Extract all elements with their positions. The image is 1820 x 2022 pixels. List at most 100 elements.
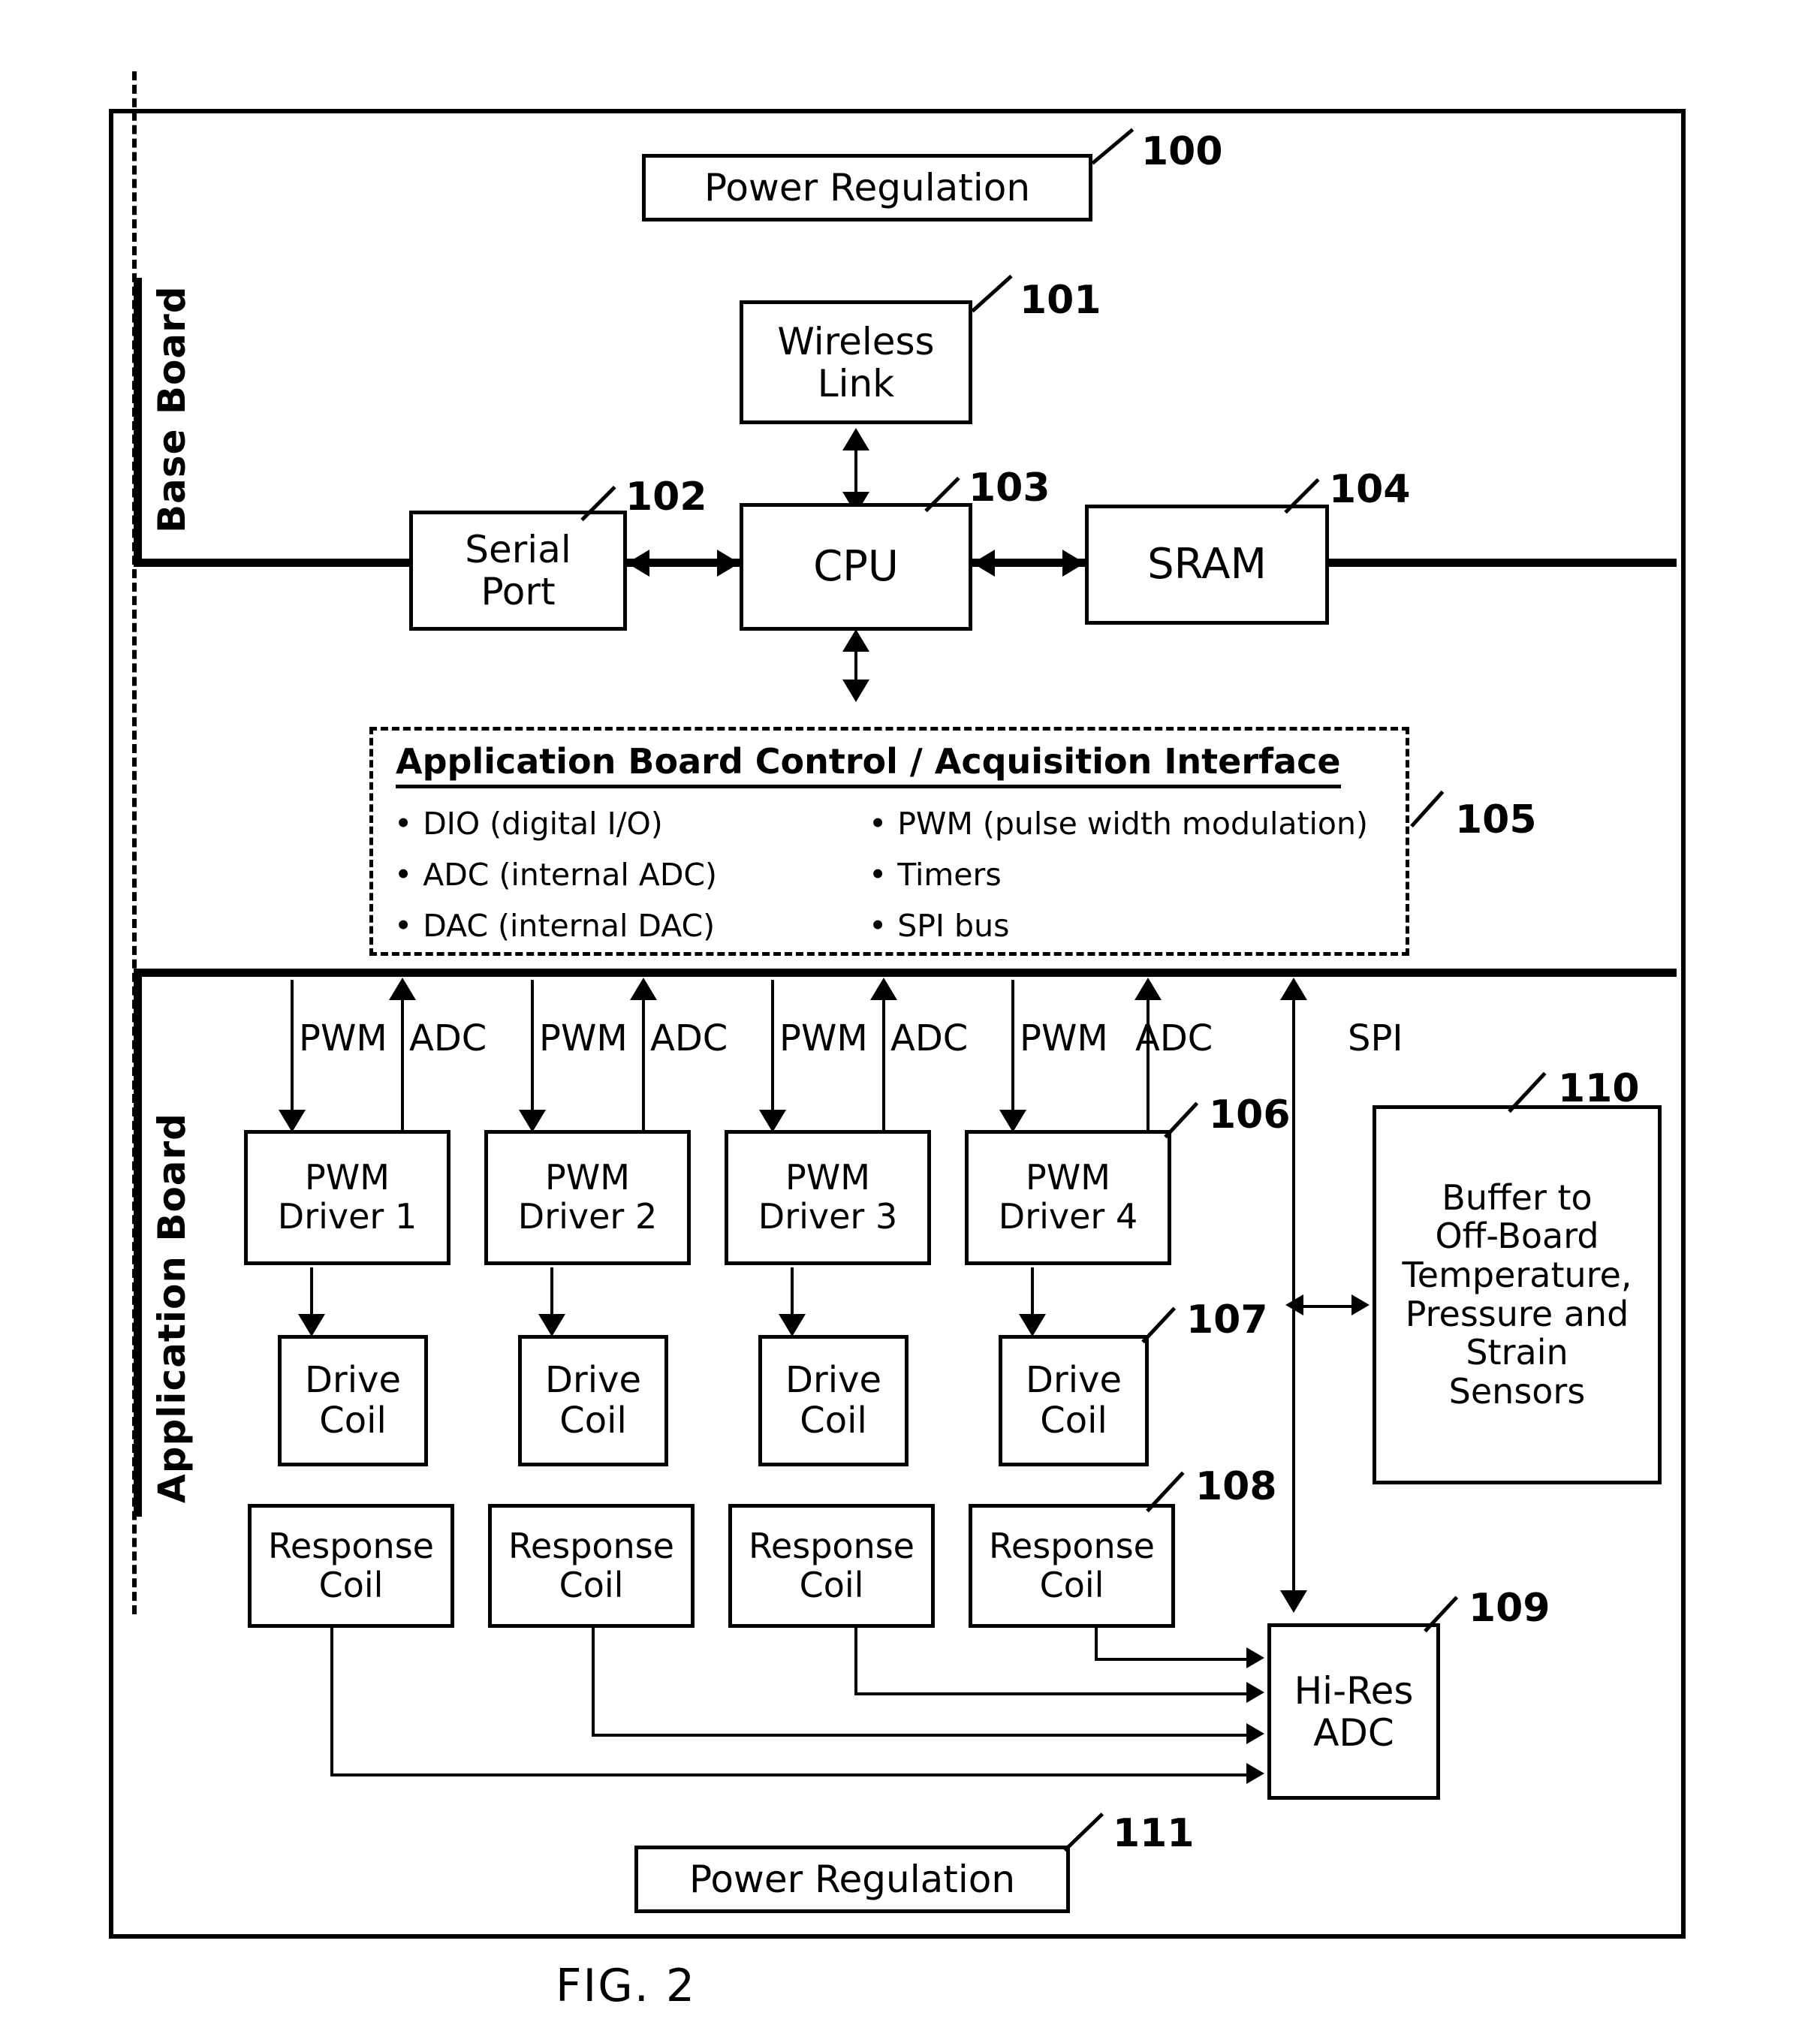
response-coil-2-line2: Coil xyxy=(559,1564,624,1605)
pwm-driver-1-block: PWM Driver 1 xyxy=(244,1130,450,1265)
drive-coil-2-line1: Drive xyxy=(545,1358,641,1401)
rc2-run xyxy=(592,1734,1254,1737)
ref-107: 107 xyxy=(1186,1297,1268,1342)
pwm-driver-2-line1: PWM xyxy=(545,1157,630,1198)
serial-cpu-arrow-left xyxy=(627,550,649,577)
serial-port-block: Serial Port xyxy=(409,511,627,631)
serial-cpu-link xyxy=(647,562,722,565)
cpu-label: CPU xyxy=(813,541,899,591)
buffer-line-2: Off-Board xyxy=(1435,1216,1599,1257)
pwm1-line xyxy=(291,980,294,1130)
bus-label-adc-3: ADC xyxy=(890,1017,969,1059)
spi-buffer-arrow-left xyxy=(1285,1294,1303,1315)
hires-adc-block: Hi-Res ADC xyxy=(1267,1623,1440,1800)
power-regulation-bottom-label: Power Regulation xyxy=(689,1858,1016,1901)
serial-cpu-arrow-right xyxy=(717,550,740,577)
pwm4-arrow xyxy=(999,1110,1026,1132)
response-coil-2-line1: Response xyxy=(508,1525,674,1566)
application-board-label: Application Board xyxy=(150,1113,194,1503)
response-coil-4-block: Response Coil xyxy=(969,1504,1175,1628)
adc2-arrow xyxy=(630,978,657,1000)
rc4-arrow xyxy=(1246,1647,1264,1668)
spi-arrow-down xyxy=(1280,1590,1307,1613)
ref-100: 100 xyxy=(1141,129,1223,174)
drive-coil-2-block: Drive Coil xyxy=(518,1335,668,1466)
power-regulation-top-label: Power Regulation xyxy=(704,166,1031,209)
drive-coil-2-line2: Coil xyxy=(559,1399,627,1442)
ref-106: 106 xyxy=(1209,1092,1291,1138)
pwm-driver-1-line2: Driver 1 xyxy=(277,1196,417,1237)
iface-item-timers: Timers xyxy=(869,857,1002,893)
pwm-driver-4-line2: Driver 4 xyxy=(998,1196,1138,1237)
bus-label-pwm-2: PWM xyxy=(539,1017,628,1059)
sram-label: SRAM xyxy=(1147,539,1267,589)
rc4-drop xyxy=(1095,1628,1098,1661)
buffer-line-4: Pressure and xyxy=(1405,1293,1629,1334)
bus-label-adc-2: ADC xyxy=(650,1017,728,1059)
acquisition-interface-title: Application Board Control / Acquisition … xyxy=(396,741,1341,788)
ref-108: 108 xyxy=(1195,1464,1277,1509)
wireless-cpu-arrow-up xyxy=(842,428,869,451)
iface-item-pwm: PWM (pulse width modulation) xyxy=(869,806,1368,842)
spi-arrow-up xyxy=(1280,978,1307,1000)
pwm2-arrow xyxy=(519,1110,546,1132)
response-coil-1-block: Response Coil xyxy=(248,1504,454,1628)
iface-item-spi: SPI bus xyxy=(869,908,1009,944)
pwm3-arrow xyxy=(759,1110,786,1132)
sram-block: SRAM xyxy=(1085,505,1329,625)
ref-102: 102 xyxy=(625,475,707,520)
drive-coil-3-block: Drive Coil xyxy=(758,1335,908,1466)
rc1-run xyxy=(330,1773,1254,1776)
patent-figure-page: Base Board Power Regulation 100 Wireless… xyxy=(0,0,1820,2022)
response-coil-3-line2: Coil xyxy=(799,1564,864,1605)
response-coil-3-line1: Response xyxy=(749,1525,915,1566)
serial-port-line2: Port xyxy=(481,570,556,613)
rc1-arrow xyxy=(1246,1763,1264,1784)
pwm2-line xyxy=(531,980,534,1130)
pwm-driver-3-block: PWM Driver 3 xyxy=(725,1130,931,1265)
adc1-arrow xyxy=(389,978,416,1000)
buffer-line-5: Strain xyxy=(1466,1332,1568,1373)
drive-coil-4-block: Drive Coil xyxy=(999,1335,1149,1466)
buffer-line-3: Temperature, xyxy=(1402,1254,1632,1295)
cpu-block: CPU xyxy=(740,503,972,631)
rc3-drop xyxy=(854,1628,857,1695)
drive-coil-3-line2: Coil xyxy=(800,1399,867,1442)
power-regulation-bottom-block: Power Regulation xyxy=(634,1846,1070,1913)
figure-caption: FIG. 2 xyxy=(556,1960,697,2012)
bus-label-pwm-1: PWM xyxy=(299,1017,387,1059)
pwm-driver-2-line2: Driver 2 xyxy=(517,1196,658,1237)
power-regulation-top-block: Power Regulation xyxy=(642,154,1092,221)
hires-adc-line1: Hi-Res xyxy=(1294,1668,1414,1713)
drive-coil-1-block: Drive Coil xyxy=(278,1335,428,1466)
pwm-driver-3-line2: Driver 3 xyxy=(758,1196,898,1237)
response-coil-1-line1: Response xyxy=(268,1525,434,1566)
drv3-coil-arrow xyxy=(779,1314,806,1336)
ref-101: 101 xyxy=(1020,278,1101,323)
drv2-coil-arrow xyxy=(538,1314,565,1336)
pwm-driver-4-block: PWM Driver 4 xyxy=(965,1130,1171,1265)
wireless-link-line1: Wireless xyxy=(777,319,935,363)
buffer-offboard-sensors-block: Buffer to Off-Board Temperature, Pressur… xyxy=(1373,1105,1662,1484)
pwm-driver-1-line1: PWM xyxy=(305,1157,390,1198)
drive-coil-1-line1: Drive xyxy=(305,1358,401,1401)
rc2-arrow xyxy=(1246,1723,1264,1744)
drive-coil-4-line1: Drive xyxy=(1026,1358,1122,1401)
adc3-arrow xyxy=(870,978,897,1000)
wireless-link-line2: Link xyxy=(817,361,895,405)
iface-item-dio: DIO (digital I/O) xyxy=(394,806,663,842)
rc1-drop xyxy=(330,1628,333,1776)
adc1-line xyxy=(401,999,404,1141)
pwm1-arrow xyxy=(279,1110,306,1132)
ref-105: 105 xyxy=(1455,797,1537,842)
wireless-link-block: Wireless Link xyxy=(740,300,972,424)
drv1-coil-arrow xyxy=(298,1314,325,1336)
iface-item-dac: DAC (internal DAC) xyxy=(394,908,715,944)
cpu-interface-arrow-down xyxy=(842,680,869,702)
bus-label-adc-4: ADC xyxy=(1135,1017,1213,1059)
buffer-line-1: Buffer to xyxy=(1442,1177,1592,1218)
adc3-line xyxy=(882,999,885,1141)
bus-label-pwm-4: PWM xyxy=(1020,1017,1108,1059)
spi-buffer-arrow-right xyxy=(1351,1294,1370,1315)
response-coil-3-block: Response Coil xyxy=(728,1504,935,1628)
